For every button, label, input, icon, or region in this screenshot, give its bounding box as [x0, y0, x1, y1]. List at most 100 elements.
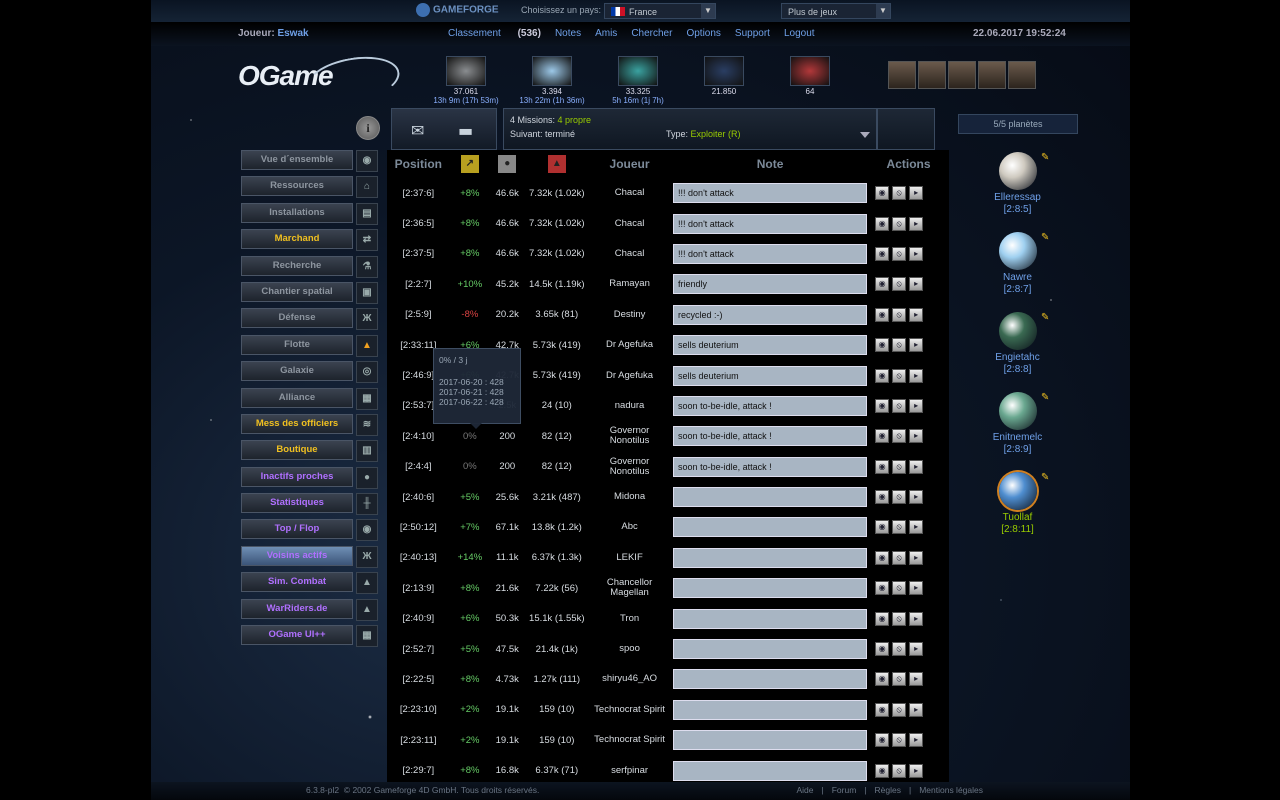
menu-alliance[interactable]: Alliance ▦: [241, 387, 378, 410]
coords-link[interactable]: [2:40:13]: [387, 543, 450, 573]
message-icon[interactable]: ▸: [909, 611, 924, 626]
top-menu-classement[interactable]: Classement (536): [448, 28, 541, 39]
espionage-icon[interactable]: ◉: [875, 520, 890, 535]
footer-link[interactable]: Aide: [797, 785, 814, 795]
envelope-icon[interactable]: ✉: [411, 121, 424, 140]
note-input[interactable]: !!! don't attack: [673, 243, 868, 264]
menu-installations[interactable]: Installations ▤: [241, 202, 378, 225]
commander-officer-icon[interactable]: [888, 61, 916, 89]
ignore-icon[interactable]: ⦸: [892, 733, 907, 748]
note-input[interactable]: !!! don't attack: [673, 183, 868, 204]
coords-link[interactable]: [2:5:9]: [387, 300, 450, 330]
note-input[interactable]: recycled :-): [673, 304, 868, 325]
menu-top-flop[interactable]: Top / Flop ◉: [241, 519, 378, 542]
message-icon[interactable]: ▸: [909, 307, 924, 322]
ignore-icon[interactable]: ⦸: [892, 338, 907, 353]
player-name[interactable]: LEKIF: [589, 543, 670, 573]
menu-side-icon[interactable]: ╫: [356, 493, 378, 516]
info-button[interactable]: i: [356, 116, 380, 140]
player-name[interactable]: spoo: [589, 634, 670, 664]
wrench-icon[interactable]: ✎: [1041, 472, 1049, 484]
menu-voisins-actifs[interactable]: Voisins actifs Ж: [241, 545, 378, 568]
menu-side-icon[interactable]: ≋: [356, 413, 378, 436]
menu-side-icon[interactable]: ▦: [356, 625, 378, 648]
menu-side-icon[interactable]: ▲: [356, 334, 378, 357]
message-icon[interactable]: ▸: [909, 186, 924, 201]
message-icon[interactable]: ▸: [909, 246, 924, 261]
ignore-icon[interactable]: ⦸: [892, 550, 907, 565]
espionage-icon[interactable]: ◉: [875, 246, 890, 261]
coords-link[interactable]: [2:23:10]: [387, 695, 450, 725]
menu-side-icon[interactable]: Ж: [356, 308, 378, 331]
footer-link[interactable]: Mentions légales: [919, 785, 983, 795]
wrench-icon[interactable]: ✎: [1041, 312, 1049, 324]
menu-side-icon[interactable]: ⇄: [356, 229, 378, 252]
espionage-icon[interactable]: ◉: [875, 550, 890, 565]
message-icon[interactable]: ▸: [909, 429, 924, 444]
note-input[interactable]: !!! don't attack: [673, 213, 868, 234]
ignore-icon[interactable]: ⦸: [892, 672, 907, 687]
menu-galaxie[interactable]: Galaxie ◎: [241, 361, 378, 384]
menu-mess-des-officiers[interactable]: Mess des officiers ≋: [241, 413, 378, 436]
planet-elleressap[interactable]: ✎ Elleressap [2:8:5]: [980, 152, 1055, 216]
message-icon[interactable]: ▸: [909, 702, 924, 717]
menu-boutique[interactable]: Boutique ▥: [241, 440, 378, 463]
menu-side-icon[interactable]: ⚗: [356, 255, 378, 278]
espionage-icon[interactable]: ◉: [875, 642, 890, 657]
espionage-icon[interactable]: ◉: [875, 459, 890, 474]
espionage-icon[interactable]: ◉: [875, 702, 890, 717]
coords-link[interactable]: [2:23:11]: [387, 725, 450, 755]
footer-link[interactable]: Règles: [875, 785, 901, 795]
top-menu-notes[interactable]: Notes: [555, 28, 581, 39]
coords-link[interactable]: [2:50:12]: [387, 512, 450, 542]
menu-side-icon[interactable]: ⌂: [356, 176, 378, 199]
espionage-icon[interactable]: ◉: [875, 581, 890, 596]
menu-side-icon[interactable]: ▣: [356, 281, 378, 304]
ignore-icon[interactable]: ⦸: [892, 398, 907, 413]
top-menu-support[interactable]: Support: [735, 28, 770, 39]
chat-icon[interactable]: ▬: [458, 121, 473, 140]
menu-marchand[interactable]: Marchand ⇄: [241, 229, 378, 252]
message-icon[interactable]: ▸: [909, 398, 924, 413]
resource-energy[interactable]: 21.850: [679, 56, 769, 96]
message-icon[interactable]: ▸: [909, 763, 924, 778]
player-name[interactable]: Midona: [589, 482, 670, 512]
resource-deuterium[interactable]: 33.325 5h 16m (1j 7h): [593, 56, 683, 105]
top-menu-chercher[interactable]: Chercher: [631, 28, 672, 39]
resource-metal[interactable]: 37.061 13h 9m (17h 53m): [421, 56, 511, 105]
espionage-icon[interactable]: ◉: [875, 216, 890, 231]
menu-side-icon[interactable]: ▲: [356, 598, 378, 621]
header-player[interactable]: Joueur: [589, 150, 670, 178]
footer-link[interactable]: Forum: [832, 785, 857, 795]
ignore-icon[interactable]: ⦸: [892, 246, 907, 261]
message-icon[interactable]: ▸: [909, 733, 924, 748]
espionage-icon[interactable]: ◉: [875, 763, 890, 778]
menu-sim-combat[interactable]: Sim. Combat ▲: [241, 572, 378, 595]
message-icon[interactable]: ▸: [909, 642, 924, 657]
menu-d-fense[interactable]: Défense Ж: [241, 308, 378, 331]
menu-side-icon[interactable]: ▤: [356, 202, 378, 225]
player-name[interactable]: Governor Nonotilus: [589, 421, 670, 451]
ignore-icon[interactable]: ⦸: [892, 459, 907, 474]
menu-side-icon[interactable]: ◎: [356, 361, 378, 384]
wrench-icon[interactable]: ✎: [1041, 232, 1049, 244]
note-input[interactable]: soon to-be-idle, attack !: [673, 426, 868, 447]
menu-warriders-de[interactable]: WarRiders.de ▲: [241, 598, 378, 621]
message-icon[interactable]: ▸: [909, 550, 924, 565]
player-name[interactable]: Dr Agefuka: [589, 330, 670, 360]
header-progress[interactable]: ↗: [450, 150, 490, 178]
espionage-icon[interactable]: ◉: [875, 733, 890, 748]
coords-link[interactable]: [2:40:6]: [387, 482, 450, 512]
player-name[interactable]: shiryu46_AO: [589, 664, 670, 694]
admiral-officer-icon[interactable]: [918, 61, 946, 89]
coords-link[interactable]: [2:2:7]: [387, 269, 450, 299]
ignore-icon[interactable]: ⦸: [892, 581, 907, 596]
menu-side-icon[interactable]: ●: [356, 466, 378, 489]
chevron-down-icon[interactable]: [860, 132, 870, 138]
menu-inactifs-proches[interactable]: Inactifs proches ●: [241, 466, 378, 489]
menu-side-icon[interactable]: ◉: [356, 519, 378, 542]
fleet-events-box[interactable]: 4 Missions: 4 propre Suivant: terminé Ty…: [503, 108, 877, 150]
wrench-icon[interactable]: ✎: [1041, 392, 1049, 404]
menu-ogame-ui-[interactable]: OGame UI++ ▦: [241, 625, 378, 648]
message-icon[interactable]: ▸: [909, 338, 924, 353]
